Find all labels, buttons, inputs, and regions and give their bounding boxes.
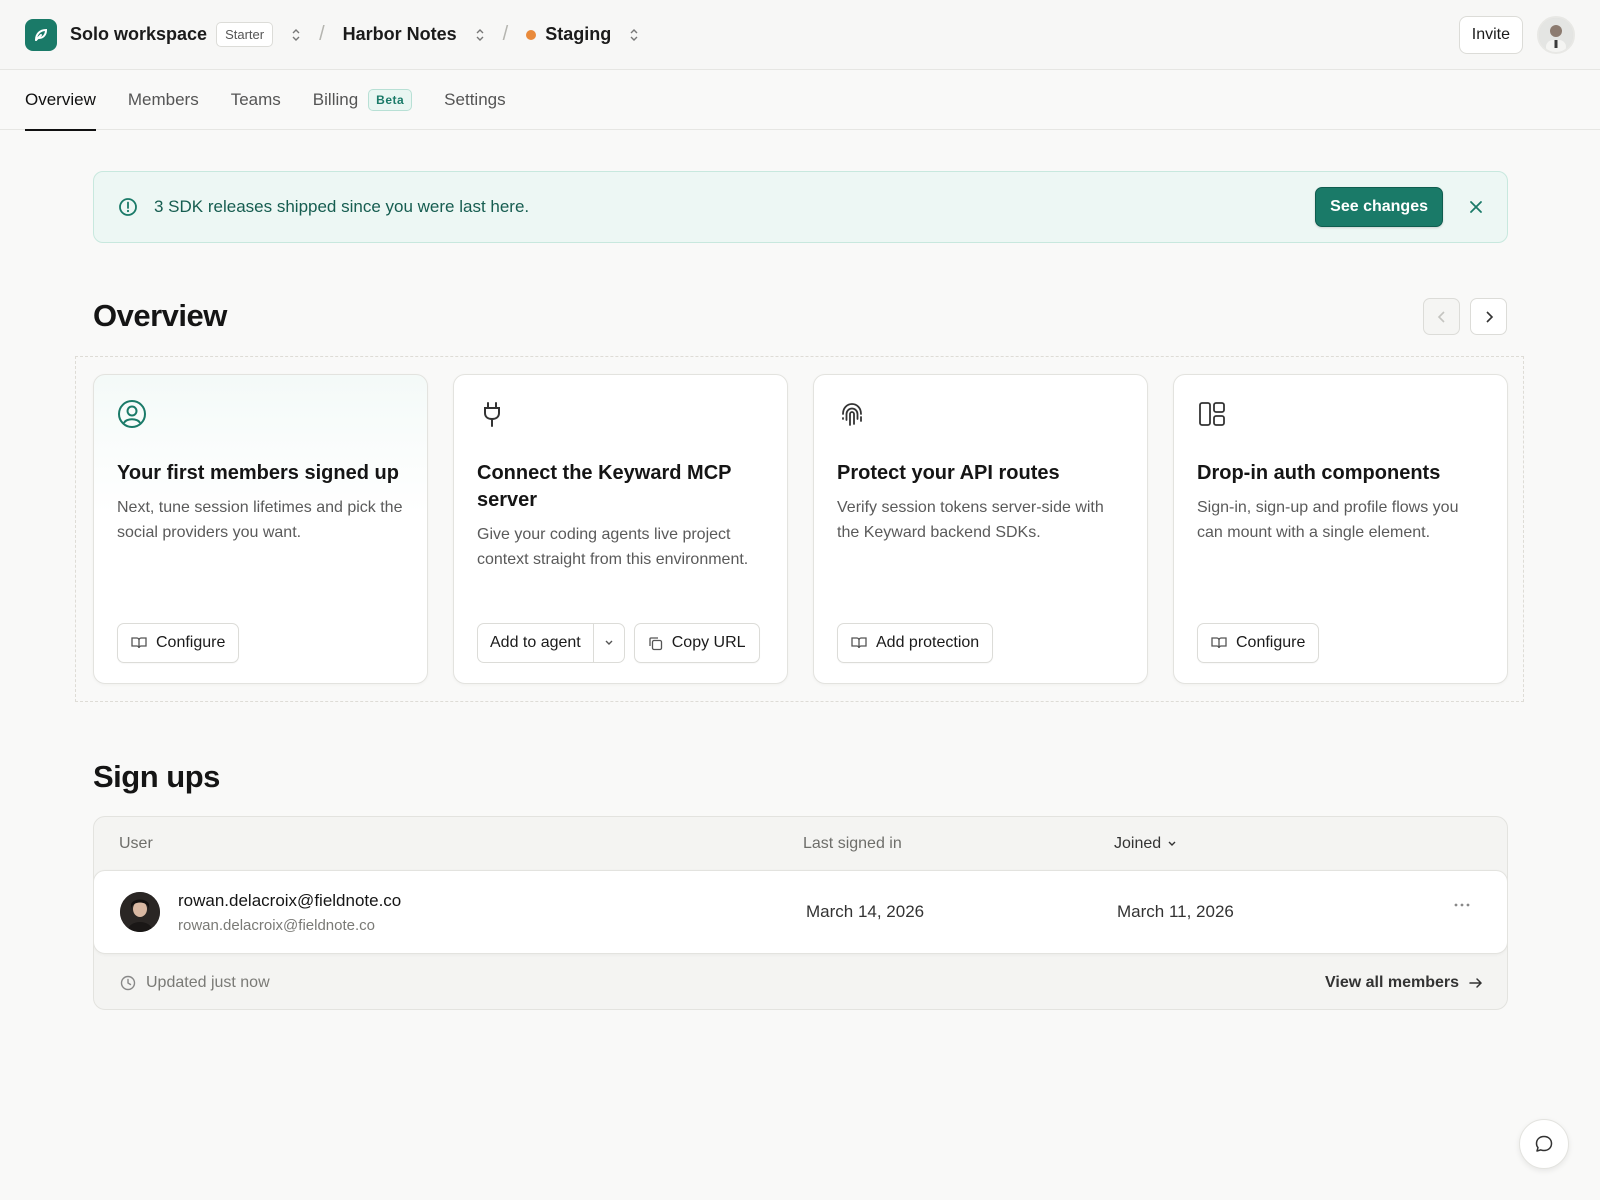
clock-icon <box>120 975 136 991</box>
column-header-joined[interactable]: Joined <box>1114 817 1177 871</box>
chat-button[interactable] <box>1519 1119 1569 1169</box>
plug-icon <box>477 399 764 433</box>
configure-button[interactable]: Configure <box>117 623 240 663</box>
tab-label: Overview <box>25 89 96 109</box>
card-title: Drop-in auth components <box>1197 462 1441 484</box>
card-title: Protect your API routes <box>837 462 1060 484</box>
carousel-pager <box>1423 298 1507 335</box>
avatar <box>120 892 160 932</box>
card-description: Give your coding agents live project con… <box>477 526 749 568</box>
tab-label: Teams <box>230 89 281 109</box>
workspace-switcher-icon[interactable] <box>291 28 301 42</box>
column-header-last-signed-in: Last signed in <box>803 835 902 852</box>
button-label: Configure <box>156 634 226 651</box>
copy-url-button[interactable]: Copy URL <box>633 623 760 663</box>
layout-icon <box>1197 399 1484 433</box>
card-description: Sign-in, sign-up and profile flows you c… <box>1197 499 1459 541</box>
add-to-agent-button[interactable]: Add to agent <box>478 624 594 662</box>
book-icon <box>1211 636 1227 650</box>
tab-label: Billing <box>312 89 359 109</box>
copy-icon <box>648 636 663 651</box>
chevron-down-icon <box>1167 840 1177 848</box>
project-name[interactable]: Harbor Notes <box>343 24 457 45</box>
tab-members[interactable]: Members <box>128 70 199 130</box>
joined-date: March 11, 2026 <box>1117 902 1234 921</box>
column-label: Joined <box>1114 835 1162 852</box>
plan-badge: Starter <box>216 22 274 47</box>
fingerprint-icon <box>837 399 1124 433</box>
environment-name[interactable]: Staging <box>545 24 611 45</box>
nav-tabs: Overview Members Teams Billing Beta Sett… <box>0 70 1600 131</box>
see-changes-button[interactable]: See changes <box>1315 187 1443 227</box>
chevron-right-icon[interactable] <box>1470 298 1507 335</box>
book-icon <box>131 636 147 650</box>
project-switcher-icon[interactable] <box>475 28 485 42</box>
onboarding-card: Connect the Keyward MCP server Give your… <box>453 374 788 684</box>
button-label: Configure <box>1236 634 1306 651</box>
chevron-left-icon[interactable] <box>1423 298 1460 335</box>
onboarding-card: Protect your API routes Verify session t… <box>813 374 1148 684</box>
arrow-right-icon <box>1469 977 1483 989</box>
beta-badge: Beta <box>368 88 413 111</box>
card-title: Your first members signed up <box>117 462 399 484</box>
chat-bubble-icon <box>1534 1134 1554 1154</box>
info-icon <box>118 197 138 217</box>
user-email: rowan.delacroix@fieldnote.co <box>178 917 375 934</box>
table-header: User Last signed in Joined <box>94 817 1507 871</box>
leaf-logo-icon[interactable] <box>25 18 57 51</box>
onboarding-card: Drop-in auth components Sign-in, sign-up… <box>1173 374 1508 684</box>
user-circle-icon <box>117 399 404 433</box>
more-options-icon[interactable] <box>1454 903 1470 907</box>
signups-table: User Last signed in Joined rowan.delacro… <box>93 816 1508 1010</box>
user-avatar[interactable] <box>1537 15 1575 54</box>
banner-message: 3 SDK releases shipped since you were la… <box>154 197 530 216</box>
card-title: Connect the Keyward MCP server <box>477 462 732 511</box>
button-label: Add protection <box>876 634 980 651</box>
tab-label: Settings <box>444 89 506 109</box>
invite-button[interactable]: Invite <box>1458 15 1523 54</box>
button-label: Copy URL <box>671 634 746 651</box>
breadcrumb-separator: / <box>319 23 325 45</box>
card-description: Next, tune session lifetimes and pick th… <box>117 499 403 541</box>
add-to-agent-split-button[interactable]: Add to agent <box>477 623 625 663</box>
user-name[interactable]: rowan.delacroix@fieldnote.co <box>178 891 401 911</box>
breadcrumb-separator: / <box>502 23 509 45</box>
chevron-down-icon[interactable] <box>594 624 624 662</box>
tab-overview[interactable]: Overview <box>25 70 96 131</box>
link-label: View all members <box>1325 974 1459 991</box>
close-icon[interactable] <box>1469 200 1483 214</box>
tab-billing[interactable]: Billing Beta <box>312 70 413 130</box>
tab-teams[interactable]: Teams <box>231 70 281 130</box>
onboarding-card: Your first members signed up Next, tune … <box>93 374 428 684</box>
add-protection-button[interactable]: Add protection <box>837 623 994 663</box>
signups-title: Sign ups <box>93 759 220 794</box>
updated-status: Updated just now <box>146 974 270 991</box>
table-row[interactable]: rowan.delacroix@fieldnote.co rowan.delac… <box>94 870 1507 954</box>
tab-label: Members <box>127 89 199 109</box>
overview-title: Overview <box>93 298 227 333</box>
release-banner: 3 SDK releases shipped since you were la… <box>93 171 1508 243</box>
environment-switcher-icon[interactable] <box>629 28 639 42</box>
column-header-user: User <box>119 835 153 852</box>
top-bar: Solo workspace Starter / Harbor Notes / … <box>0 0 1600 70</box>
configure-button[interactable]: Configure <box>1197 623 1320 663</box>
tab-settings[interactable]: Settings <box>444 70 505 130</box>
table-footer: Updated just now View all members <box>94 955 1507 1009</box>
book-icon <box>851 636 867 650</box>
card-description: Verify session tokens server-side with t… <box>837 499 1104 541</box>
view-all-members-link[interactable]: View all members <box>1325 974 1483 992</box>
environment-status-dot <box>526 29 537 40</box>
last-signed-in-date: March 14, 2026 <box>806 902 925 921</box>
workspace-name[interactable]: Solo workspace <box>70 24 207 45</box>
